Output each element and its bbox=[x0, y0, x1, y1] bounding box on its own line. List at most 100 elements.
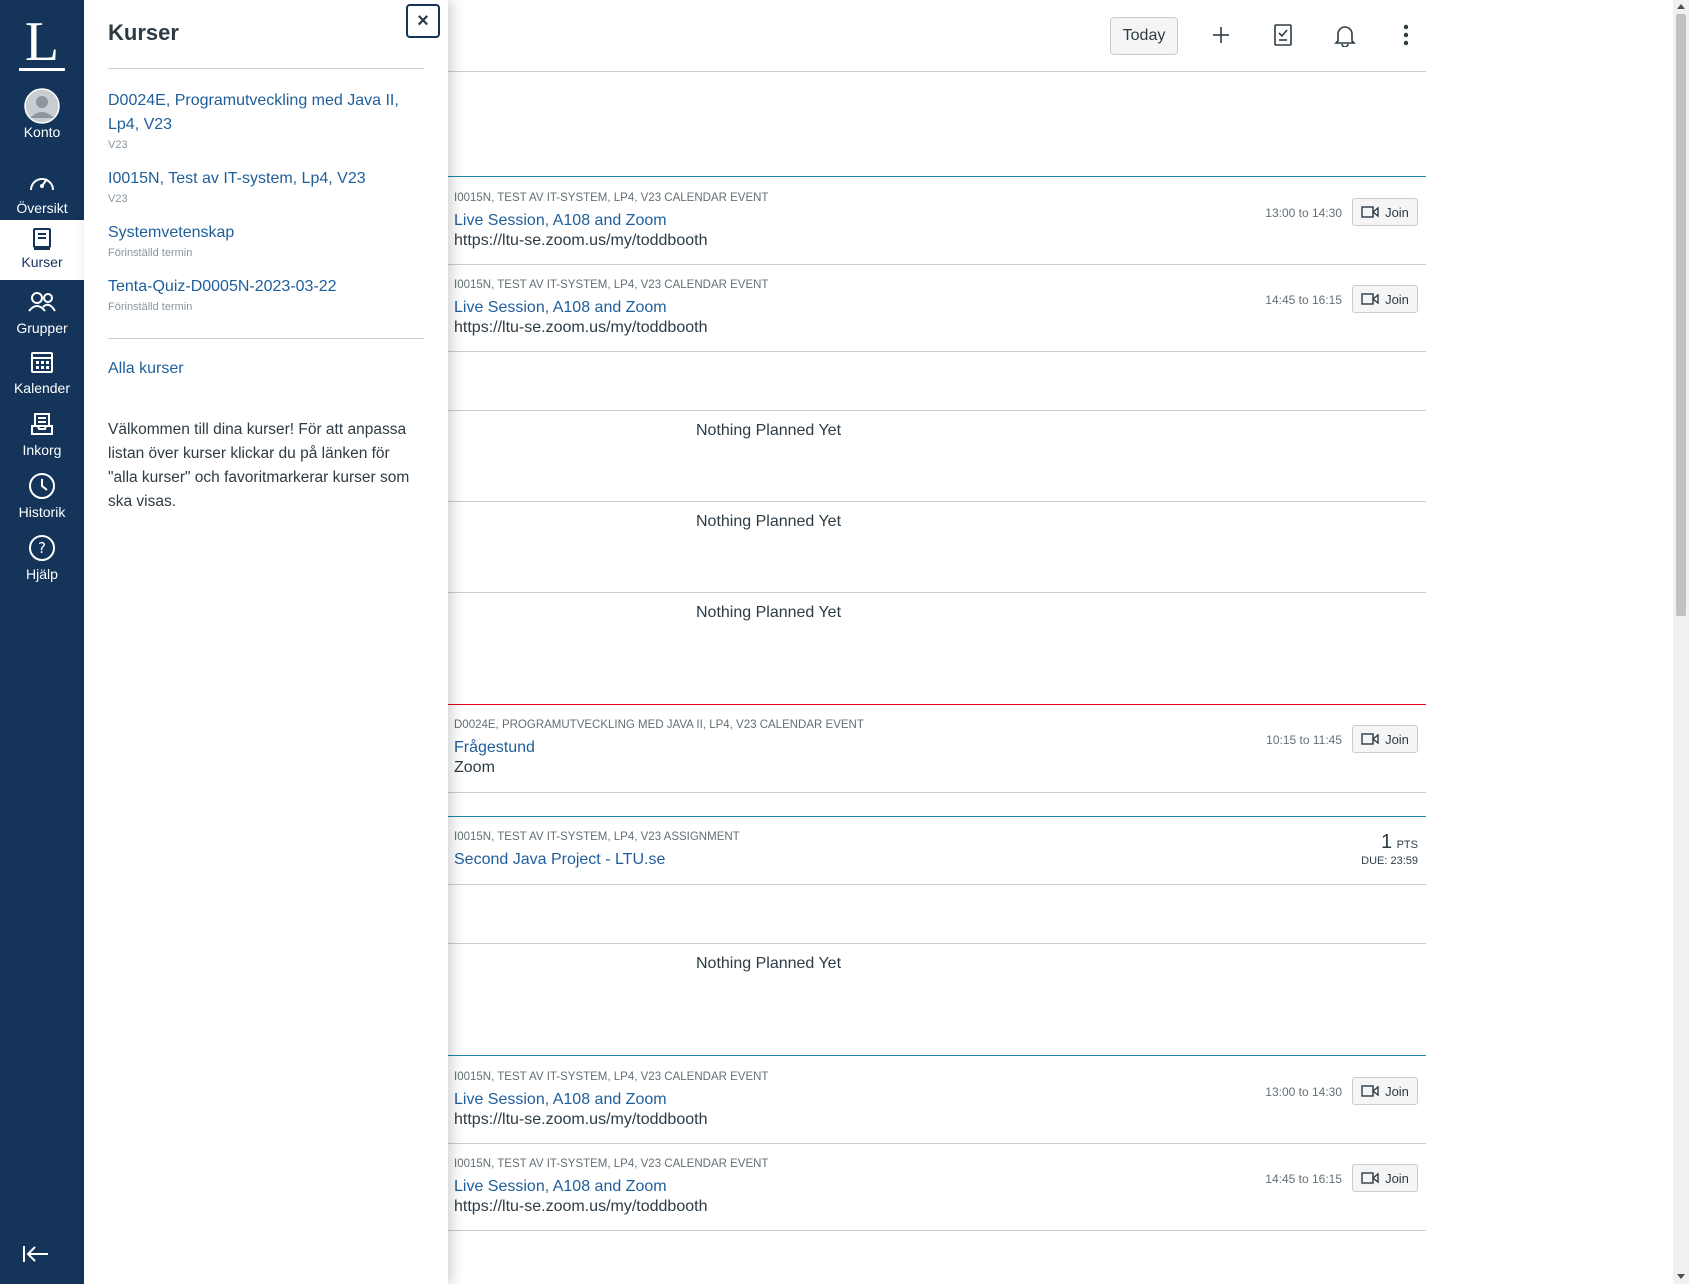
join-label: Join bbox=[1385, 291, 1409, 307]
item-context: I0015N, TEST AV IT-SYSTEM, LP4, V23 CALE… bbox=[454, 1158, 769, 1170]
planner-item: D0024E, PROGRAMUTVECKLING MED JAVA II, L… bbox=[448, 719, 1426, 791]
item-context: D0024E, PROGRAMUTVECKLING MED JAVA II, L… bbox=[454, 719, 864, 731]
day-divider bbox=[448, 501, 1426, 502]
points-value: 1 bbox=[1381, 831, 1393, 853]
join-label: Join bbox=[1385, 204, 1409, 220]
join-button[interactable]: Join bbox=[1352, 198, 1418, 226]
dashboard-icon bbox=[24, 166, 60, 198]
svg-text:?: ? bbox=[38, 539, 46, 557]
collapse-arrow-icon bbox=[23, 1246, 48, 1262]
points: 1 PTS bbox=[1381, 831, 1418, 854]
inbox-icon bbox=[24, 408, 60, 440]
nav-item-hjalp[interactable]: ? Hjälp bbox=[0, 532, 84, 592]
course-term: Förinställd termin bbox=[108, 301, 193, 313]
nav-item-label: Historik bbox=[18, 504, 66, 520]
course-term: V23 bbox=[108, 193, 128, 205]
welcome-message: Välkommen till dina kurser! För att anpa… bbox=[108, 421, 410, 510]
course-color-line bbox=[448, 816, 1426, 817]
divider bbox=[108, 68, 424, 69]
item-title-link[interactable]: Frågestund bbox=[454, 739, 535, 757]
gradebook-icon bbox=[1274, 24, 1292, 46]
divider bbox=[108, 338, 424, 339]
item-location: https://ltu-se.zoom.us/my/toddbooth bbox=[454, 1111, 708, 1128]
item-context: I0015N, TEST AV IT-SYSTEM, LP4, V23 ASSI… bbox=[454, 831, 740, 843]
item-time: 13:00 to 14:30 bbox=[1265, 206, 1342, 220]
item-divider bbox=[448, 792, 1426, 793]
item-location: https://ltu-se.zoom.us/my/toddbooth bbox=[454, 319, 708, 336]
item-time: 14:45 to 16:15 bbox=[1265, 1172, 1342, 1186]
all-courses-link[interactable]: Alla kurser bbox=[108, 360, 184, 378]
nav-item-label: Kurser bbox=[21, 254, 63, 270]
courses-tray: × Kurser D0024E, Programutveckling med J… bbox=[84, 0, 448, 1284]
item-title-link[interactable]: Live Session, A108 and Zoom bbox=[454, 1091, 667, 1109]
nav-item-inkorg[interactable]: Inkorg bbox=[0, 408, 84, 468]
nav-item-konto[interactable]: Konto bbox=[0, 88, 84, 150]
join-button[interactable]: Join bbox=[1352, 725, 1418, 753]
course-link[interactable]: Systemvetenskap bbox=[108, 221, 408, 245]
item-title-link[interactable]: Live Session, A108 and Zoom bbox=[454, 212, 667, 230]
nothing-planned: Nothing Planned Yet bbox=[696, 604, 842, 621]
item-time: 14:45 to 16:15 bbox=[1265, 293, 1342, 307]
opportunities-button[interactable] bbox=[1330, 20, 1360, 50]
course-link[interactable]: I0015N, Test av IT-system, Lp4, V23 bbox=[108, 167, 408, 191]
show-my-grades-button[interactable] bbox=[1268, 20, 1298, 50]
today-button[interactable]: Today bbox=[1110, 17, 1178, 55]
day-divider bbox=[448, 943, 1426, 944]
planner-item: I0015N, TEST AV IT-SYSTEM, LP4, V23 CALE… bbox=[448, 279, 1426, 351]
tray-title: Kurser bbox=[108, 20, 179, 45]
courses-icon bbox=[24, 226, 60, 252]
course-term: V23 bbox=[108, 139, 128, 151]
close-icon: × bbox=[417, 9, 429, 32]
collapse-nav-button[interactable] bbox=[22, 1244, 62, 1272]
groups-icon bbox=[24, 286, 60, 318]
join-button[interactable]: Join bbox=[1352, 1077, 1418, 1105]
join-label: Join bbox=[1385, 1083, 1409, 1099]
due-time: DUE: 23:59 bbox=[1361, 855, 1418, 867]
avatar-icon bbox=[24, 88, 60, 124]
item-time: 10:15 to 11:45 bbox=[1266, 733, 1342, 747]
item-title-link[interactable]: Live Session, A108 and Zoom bbox=[454, 1178, 667, 1196]
video-camera-icon bbox=[1361, 733, 1379, 745]
scroll-down-arrow-icon[interactable] bbox=[1677, 1274, 1685, 1279]
item-title-link[interactable]: Live Session, A108 and Zoom bbox=[454, 299, 667, 317]
item-divider bbox=[448, 884, 1426, 885]
planner-item: I0015N, TEST AV IT-SYSTEM, LP4, V23 ASSI… bbox=[448, 831, 1426, 883]
course-term: Förinställd termin bbox=[108, 247, 193, 259]
course-color-line bbox=[448, 1055, 1426, 1056]
more-options-button[interactable] bbox=[1391, 20, 1421, 50]
nav-item-oversikt[interactable]: Översikt bbox=[0, 166, 84, 226]
nav-item-kalender[interactable]: Kalender bbox=[0, 346, 84, 406]
nav-item-label: Kalender bbox=[13, 380, 71, 396]
course-link[interactable]: Tenta-Quiz-D0005N-2023-03-22 bbox=[108, 275, 408, 299]
planner-item: I0015N, TEST AV IT-SYSTEM, LP4, V23 CALE… bbox=[448, 192, 1426, 264]
join-label: Join bbox=[1385, 731, 1409, 747]
join-label: Join bbox=[1385, 1170, 1409, 1186]
institution-logo[interactable]: L bbox=[0, 8, 84, 78]
nav-item-historik[interactable]: Historik bbox=[0, 470, 84, 530]
video-camera-icon bbox=[1361, 1085, 1379, 1097]
item-title-link[interactable]: Second Java Project - LTU.se bbox=[454, 851, 665, 869]
bell-icon bbox=[1334, 26, 1356, 47]
points-unit: PTS bbox=[1396, 839, 1418, 851]
planner-item: I0015N, TEST AV IT-SYSTEM, LP4, V23 CALE… bbox=[448, 1158, 1426, 1230]
item-context: I0015N, TEST AV IT-SYSTEM, LP4, V23 CALE… bbox=[454, 279, 769, 291]
course-link[interactable]: D0024E, Programutveckling med Java II, L… bbox=[108, 89, 408, 137]
nav-item-kurser[interactable]: Kurser bbox=[0, 220, 84, 280]
item-context: I0015N, TEST AV IT-SYSTEM, LP4, V23 CALE… bbox=[454, 1071, 769, 1083]
item-divider bbox=[448, 264, 1426, 265]
scroll-thumb[interactable] bbox=[1676, 14, 1686, 616]
join-button[interactable]: Join bbox=[1352, 285, 1418, 313]
join-button[interactable]: Join bbox=[1352, 1164, 1418, 1192]
item-divider bbox=[448, 1143, 1426, 1144]
nav-item-grupper[interactable]: Grupper bbox=[0, 286, 84, 346]
page-scrollbar[interactable] bbox=[1673, 0, 1689, 1284]
course-color-line bbox=[448, 176, 1426, 177]
nothing-planned: Nothing Planned Yet bbox=[696, 955, 842, 972]
add-todo-button[interactable] bbox=[1206, 20, 1236, 50]
plus-icon bbox=[1213, 27, 1229, 43]
history-icon bbox=[24, 470, 60, 502]
nav-item-label: Grupper bbox=[16, 320, 68, 336]
close-tray-button[interactable]: × bbox=[406, 4, 440, 38]
nav-item-label: Inkorg bbox=[22, 442, 62, 458]
scroll-up-arrow-icon[interactable] bbox=[1677, 4, 1685, 9]
